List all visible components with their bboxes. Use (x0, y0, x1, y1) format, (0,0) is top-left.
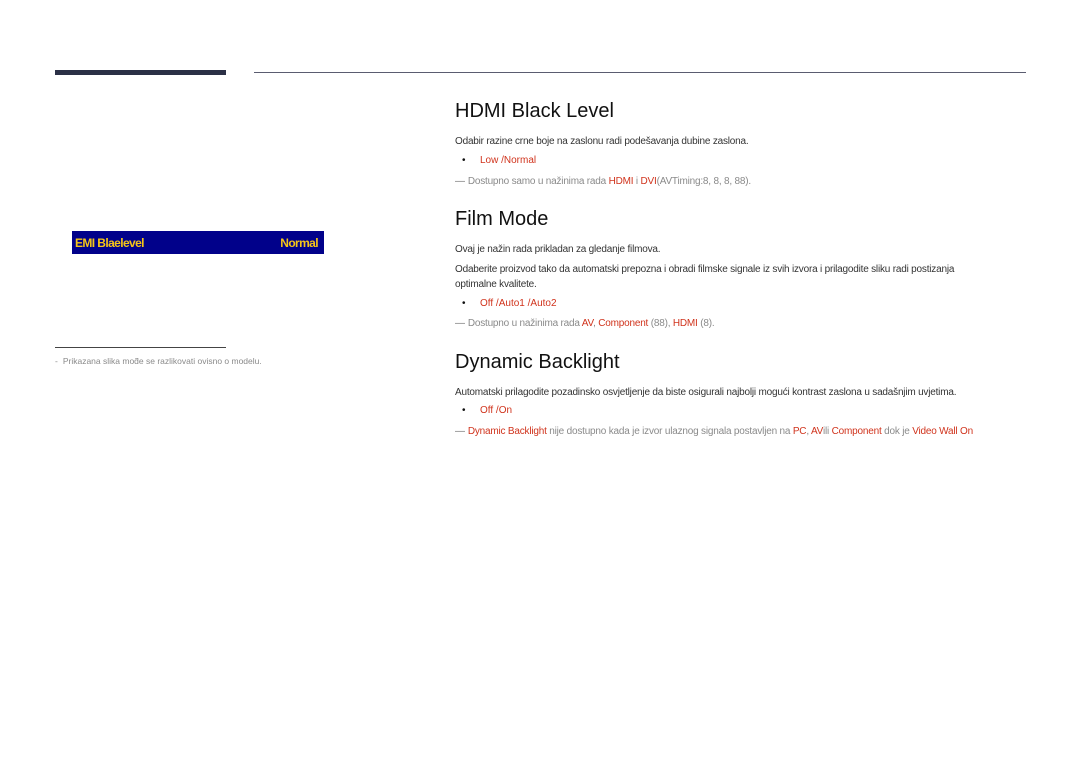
section-description: optimalne kvalitete. (455, 279, 537, 290)
bullet-icon: • (462, 155, 466, 166)
options-list: • Off /On (462, 405, 513, 416)
note-dash-icon: — (455, 426, 465, 437)
bullet-icon: • (462, 405, 466, 416)
availability-note: — Dostupno samo u nažinima rada HDMI i DV… (455, 176, 751, 187)
note-dash-icon: — (455, 176, 465, 187)
osd-menu-label: EMI Blaelevel (75, 235, 145, 250)
section-description: Odaberite proizvod tako da automatski pr… (455, 264, 955, 275)
options-list: • Off /Auto1 /Auto2 (462, 298, 557, 309)
footnote-divider (55, 347, 226, 348)
section-description: Ovaj je nažin rada prikladan za gledanje… (455, 244, 661, 255)
availability-note: — Dynamic Backlight nije dostupno kada je… (455, 426, 973, 437)
header-rule-thick (55, 70, 226, 75)
availability-note: — Dostupno u nažinima rada AV, Component … (455, 318, 715, 329)
header-rule-thin (254, 72, 1026, 73)
section-title-hdmi-black-level: HDMI Black Level (455, 100, 614, 122)
bullet-icon: - (55, 356, 58, 366)
osd-menu-preview: EMI Blaelevel Normal (72, 231, 324, 254)
section-title-film-mode: Film Mode (455, 208, 549, 230)
section-title-dynamic-backlight: Dynamic Backlight (455, 351, 620, 373)
section-description: Automatski prilagodite pozadinsko osvjet… (455, 387, 957, 398)
footnote: - Prikazana slika moƌe se razlikovati ovi… (55, 356, 262, 366)
section-description: Odabir razine crne boje na zaslonu radi … (455, 136, 749, 147)
osd-menu-value: Normal (280, 235, 318, 250)
bullet-icon: • (462, 298, 466, 309)
note-dash-icon: — (455, 318, 465, 329)
options-list: • Low /Normal (462, 155, 537, 166)
